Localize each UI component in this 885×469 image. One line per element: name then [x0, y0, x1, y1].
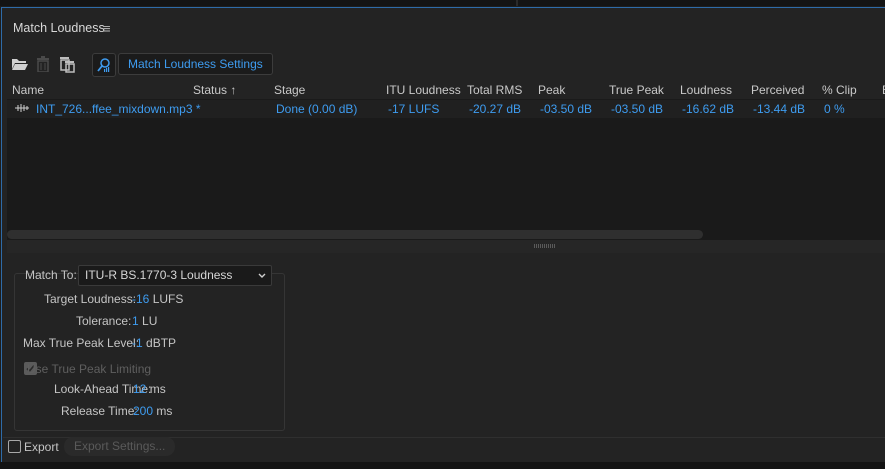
table-header: Name Status ↑ Stage ITU Loudness Total R… — [7, 81, 885, 99]
trash-icon[interactable] — [32, 53, 54, 75]
col-perceived[interactable]: Perceived — [751, 83, 804, 97]
row-perceived: -13.44 dB — [753, 102, 806, 116]
use-true-peak-limiting-label: Use True Peak Limiting — [27, 362, 152, 376]
row-true-peak: -03.50 dB — [611, 102, 664, 116]
panel-title: Match Loudness — [13, 21, 105, 35]
match-loudness-panel: Match Loudness ≡ Match Loudness Settings… — [1, 7, 885, 463]
col-itu-loudness[interactable]: ITU Loudness — [386, 83, 461, 97]
bottom-strip — [0, 462, 885, 469]
max-true-peak-label: Max True Peak Level: — [23, 336, 140, 350]
release-time-field[interactable]: 200 ms — [133, 404, 172, 418]
target-loudness-label: Target Loudness: — [44, 292, 137, 306]
sort-arrow-icon: ↑ — [230, 83, 237, 97]
export-checkbox[interactable] — [8, 440, 21, 453]
match-to-dropdown[interactable]: ITU-R BS.1770-3 Loudness — [78, 265, 272, 286]
panel-menu-icon[interactable]: ≡ — [103, 21, 111, 36]
col-status[interactable]: Status ↑ — [193, 83, 236, 97]
match-to-value: ITU-R BS.1770-3 Loudness — [85, 268, 233, 282]
release-time-label: Release Time: — [61, 404, 138, 418]
horizontal-scrollbar[interactable] — [7, 230, 703, 239]
row-peak: -03.50 dB — [540, 102, 593, 116]
splitter-grip-icon[interactable] — [534, 244, 556, 248]
tolerance-field[interactable]: 1 LU — [132, 314, 157, 328]
match-to-label: Match To: — [25, 268, 77, 282]
chevron-down-icon — [257, 266, 267, 291]
waveform-icon — [15, 102, 29, 116]
match-loudness-settings-button[interactable]: Match Loudness Settings — [118, 53, 273, 75]
col-peak[interactable]: Peak — [538, 83, 565, 97]
col-true-peak[interactable]: True Peak — [609, 83, 664, 97]
top-strip — [0, 0, 885, 6]
export-settings-button[interactable]: Export Settings... — [64, 437, 176, 456]
top-divider — [516, 0, 518, 6]
col-stage[interactable]: Stage — [274, 83, 305, 97]
look-ahead-field[interactable]: 12 ms — [133, 382, 166, 396]
col-name[interactable]: Name — [12, 83, 44, 97]
table-row[interactable]: INT_726...ffee_mixdown.mp3 * Done (0.00 … — [7, 100, 885, 118]
col-total-rms[interactable]: Total RMS — [467, 83, 522, 97]
tolerance-label: Tolerance: — [76, 314, 132, 328]
max-true-peak-field[interactable]: -1 dBTP — [132, 336, 176, 350]
row-clip: 0 % — [824, 102, 845, 116]
row-rms: -20.27 dB — [469, 102, 522, 116]
row-itu: -17 LUFS — [388, 102, 440, 116]
row-name: INT_726...ffee_mixdown.mp3 * — [36, 102, 201, 116]
target-loudness-field[interactable]: -16 LUFS — [132, 292, 183, 306]
export-label: Export — [24, 440, 59, 454]
panel-header: Match Loudness ≡ — [2, 8, 885, 48]
row-stage: Done (0.00 dB) — [276, 102, 358, 116]
col-loudness[interactable]: Loudness — [680, 83, 732, 97]
file-table: Name Status ↑ Stage ITU Loudness Total R… — [7, 81, 885, 241]
folder-open-icon[interactable] — [9, 53, 31, 75]
trash-all-icon[interactable] — [57, 53, 79, 75]
row-loudness: -16.62 dB — [682, 102, 735, 116]
toolbar: Match Loudness Settings — [2, 52, 885, 78]
col-clip[interactable]: % Clip — [822, 83, 857, 97]
panel-splitter[interactable] — [7, 240, 885, 253]
loudness-scan-icon[interactable] — [92, 53, 116, 77]
